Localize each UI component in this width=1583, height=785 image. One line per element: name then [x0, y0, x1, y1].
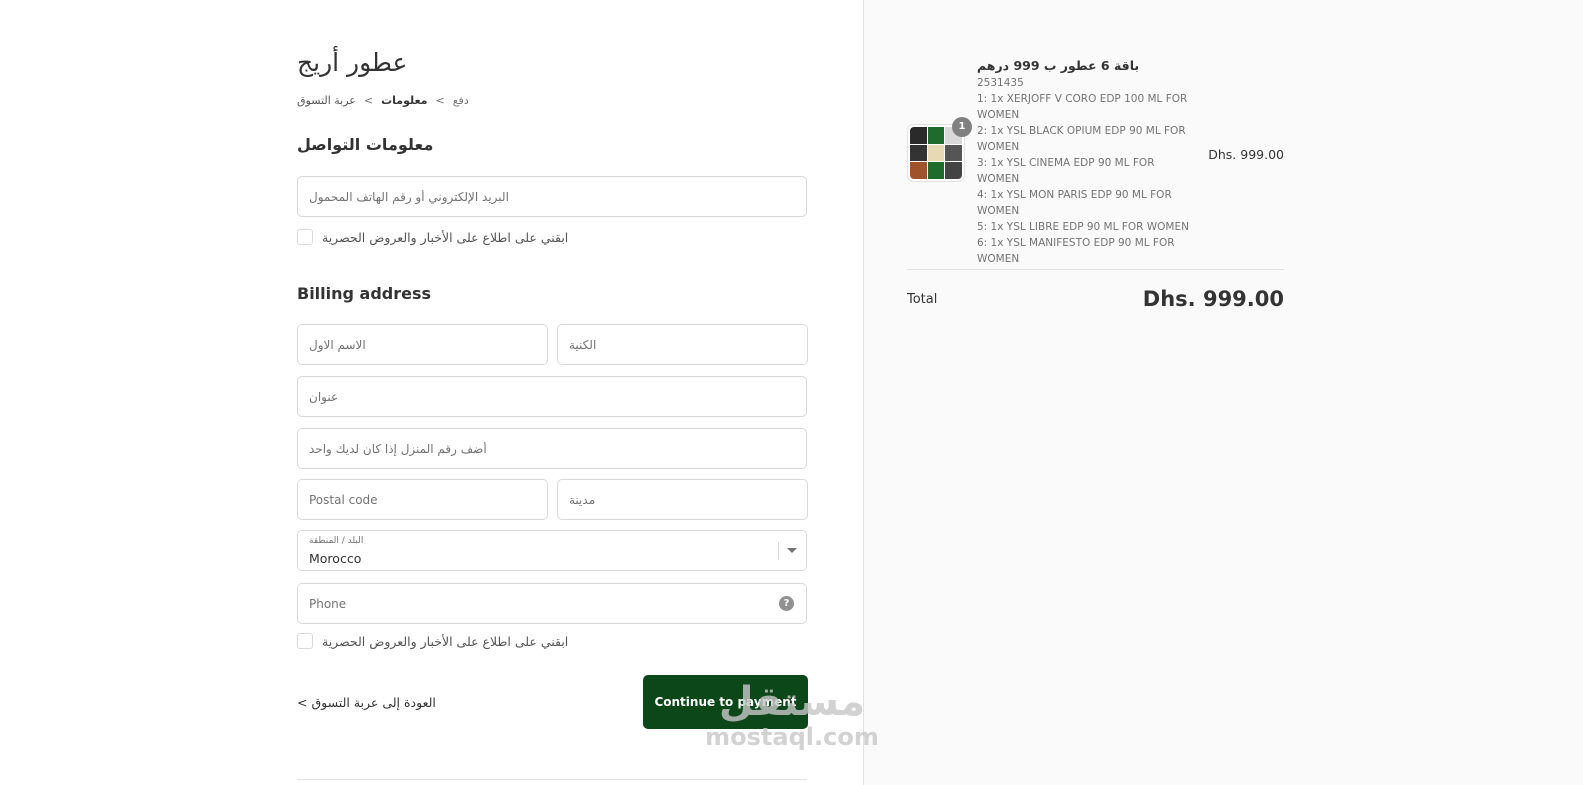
apartment-field[interactable] — [298, 429, 806, 468]
quantity-badge: 1 — [952, 117, 972, 137]
product-image — [910, 127, 962, 179]
breadcrumb-payment: دفع — [452, 94, 469, 107]
product-line: 6: 1x YSL MANIFESTO EDP 90 ML FOR WOMEN — [977, 237, 1175, 265]
return-to-cart-label: العودة إلى عربة التسوق — [311, 695, 436, 710]
return-to-cart-link[interactable]: < العودة إلى عربة التسوق — [297, 695, 436, 710]
chevron-left-icon: < — [363, 94, 374, 107]
chevron-down-icon — [787, 548, 797, 553]
phone-field-wrapper: ? — [297, 583, 807, 624]
newsletter-option[interactable]: ابقني على اطلاع على الأخبار والعروض الحص… — [297, 229, 568, 245]
country-select-label: البلد / المنطقة — [309, 536, 364, 546]
total-value: Dhs. 999.00 — [1142, 287, 1284, 311]
country-select[interactable]: البلد / المنطقة Morocco — [297, 530, 807, 571]
postal-code-field-wrapper — [297, 479, 548, 520]
sms-checkbox[interactable] — [297, 633, 313, 649]
address-field[interactable] — [298, 377, 806, 416]
last-name-field-wrapper — [557, 324, 808, 365]
city-field-wrapper — [557, 479, 808, 520]
product-details: 2531435 1: 1x XERJOFF V CORO EDP 100 ML … — [977, 75, 1192, 267]
email-field-wrapper — [297, 176, 807, 217]
select-divider — [778, 542, 779, 560]
product-line: 3: 1x YSL CINEMA EDP 90 ML FOR WOMEN — [977, 157, 1155, 185]
total-label: Total — [907, 292, 938, 307]
billing-section-title: Billing address — [297, 284, 432, 303]
newsletter-label: ابقني على اطلاع على الأخبار والعروض الحص… — [322, 229, 569, 245]
apartment-field-wrapper — [297, 428, 807, 469]
country-select-value: Morocco — [309, 551, 362, 566]
breadcrumb-information: معلومات — [381, 94, 428, 107]
chevron-left-icon: < — [297, 695, 308, 710]
footer-divider — [297, 779, 807, 780]
product-line: 4: 1x YSL MON PARIS EDP 90 ML FOR WOMEN — [977, 189, 1172, 217]
product-sku: 2531435 — [977, 77, 1024, 89]
product-thumbnail: 1 — [907, 117, 972, 182]
city-field[interactable] — [558, 480, 807, 519]
sms-option[interactable]: ابقني على اطلاع على الأخبار والعروض الحص… — [297, 633, 568, 649]
last-name-field[interactable] — [558, 325, 807, 364]
phone-field[interactable] — [298, 584, 806, 623]
breadcrumb: عربة التسوق < معلومات < دفع — [297, 94, 469, 107]
product-price: Dhs. 999.00 — [1208, 147, 1284, 162]
product-line: 5: 1x YSL LIBRE EDP 90 ML FOR WOMEN — [977, 221, 1189, 233]
store-title: عطور أريج — [297, 48, 408, 77]
sms-label: ابقني على اطلاع على الأخبار والعروض الحص… — [322, 633, 569, 649]
email-field[interactable] — [298, 177, 806, 216]
breadcrumb-cart[interactable]: عربة التسوق — [297, 94, 356, 107]
chevron-left-icon: < — [435, 94, 445, 107]
product-line: 1: 1x XERJOFF V CORO EDP 100 ML FOR WOME… — [977, 93, 1188, 121]
newsletter-checkbox[interactable] — [297, 229, 313, 245]
first-name-field[interactable] — [298, 325, 547, 364]
postal-code-field[interactable] — [298, 480, 547, 519]
summary-divider — [907, 269, 1284, 270]
address-field-wrapper — [297, 376, 807, 417]
continue-to-payment-button[interactable]: Continue to payment — [643, 675, 808, 729]
contact-section-title: معلومات التواصل — [297, 135, 434, 154]
order-summary-sidebar — [863, 0, 1583, 785]
product-line: 2: 1x YSL BLACK OPIUM EDP 90 ML FOR WOME… — [977, 125, 1186, 153]
question-mark-icon[interactable]: ? — [779, 596, 794, 611]
product-name: باقة 6 عطور ب 999 درهم — [977, 58, 1140, 73]
first-name-field-wrapper — [297, 324, 548, 365]
checkout-main: عطور أريج عربة التسوق < معلومات < دفع مع… — [0, 0, 863, 785]
